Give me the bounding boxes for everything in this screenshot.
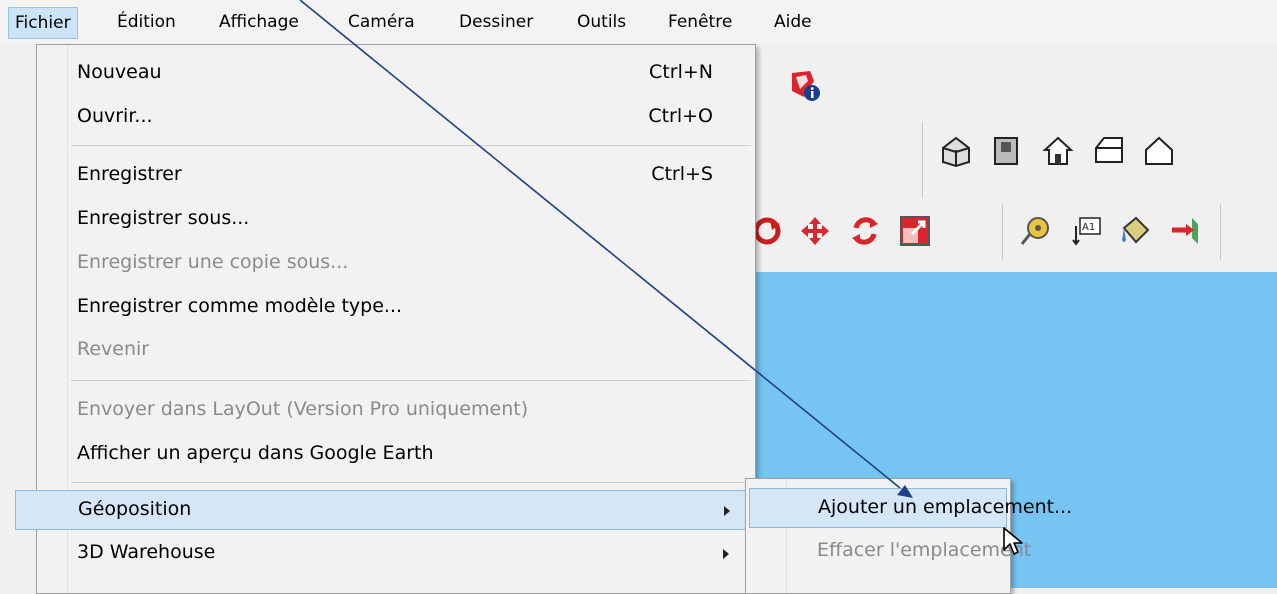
menu-item-label: Enregistrer une copie sous... [77,251,349,273]
menu-item-shortcut: Ctrl+O [648,105,713,127]
menu-item-geoposition[interactable]: Géoposition [15,490,753,530]
menu-item-label: Ajouter un emplacement... [818,496,1073,518]
menu-item-3d-warehouse[interactable]: 3D Warehouse [39,534,751,574]
menu-item-label: Enregistrer sous... [77,207,250,229]
menu-affichage[interactable]: Affichage [213,9,305,35]
menu-item-label: Envoyer dans LayOut (Version Pro uniquem… [77,398,529,420]
menu-separator [71,145,751,146]
menu-item-shortcut: Ctrl+N [649,61,713,83]
model-info-icon[interactable] [785,66,823,104]
menu-separator [71,380,751,381]
menu-item-enregistrer-modele[interactable]: Enregistrer comme modèle type... [39,288,751,328]
menu-item-shortcut: Ctrl+S [651,163,713,185]
geoposition-submenu: Ajouter un emplacement... Effacer l'empl… [745,478,1072,594]
svg-text:A1: A1 [1082,222,1095,233]
menu-outils[interactable]: Outils [571,9,632,35]
iso-view-icon[interactable] [937,132,975,170]
text-label-icon[interactable]: A1 [1066,212,1104,250]
menu-edition[interactable]: Édition [111,9,182,35]
menu-aide[interactable]: Aide [768,9,818,35]
menu-item-effacer-emplacement: Effacer l'emplacement [749,532,1031,572]
menu-item-enregistrer-sous[interactable]: Enregistrer sous... [39,200,751,240]
menu-item-label: Enregistrer [77,163,182,185]
rotate-icon[interactable] [846,212,884,250]
menu-item-label: Revenir [77,338,150,360]
section-plane-icon[interactable] [1166,212,1204,250]
menu-item-label: Afficher un aperçu dans Google Earth [77,442,434,464]
right-view-icon[interactable] [1090,132,1128,170]
menu-item-google-earth[interactable]: Afficher un aperçu dans Google Earth [39,435,751,475]
menu-fenetre[interactable]: Fenêtre [662,9,738,35]
move-icon[interactable] [796,212,834,250]
submenu-arrow-icon [724,506,730,516]
back-view-icon[interactable] [1140,132,1178,170]
menu-item-ouvrir[interactable]: Ouvrir... Ctrl+O [39,98,751,138]
menu-separator [71,482,751,483]
front-view-icon[interactable] [1039,132,1077,170]
top-view-icon[interactable] [987,132,1025,170]
mouse-cursor-icon [1003,527,1023,555]
menu-item-revenir: Revenir [39,331,751,371]
menu-dessiner[interactable]: Dessiner [453,9,539,35]
file-menu: Nouveau Ctrl+N Ouvrir... Ctrl+O Enregist… [15,44,756,594]
menu-bar: Fichier Édition Affichage Caméra Dessine… [0,0,1277,44]
menu-item-enregistrer-copie: Enregistrer une copie sous... [39,244,751,284]
menu-item-envoyer-layout: Envoyer dans LayOut (Version Pro uniquem… [39,391,751,431]
paint-bucket-icon[interactable] [1116,212,1154,250]
menu-item-label: Effacer l'emplacement [817,539,1032,561]
menu-item-enregistrer[interactable]: Enregistrer Ctrl+S [39,156,751,196]
menu-item-nouveau[interactable]: Nouveau Ctrl+N [39,54,751,94]
menu-fichier[interactable]: Fichier [8,7,78,39]
menu-camera[interactable]: Caméra [342,9,421,35]
menu-item-label: Ouvrir... [77,105,153,127]
toolbar-area: A1 [750,44,1277,272]
menu-item-ajouter-emplacement[interactable]: Ajouter un emplacement... [749,488,1072,528]
menu-item-label: Nouveau [77,61,162,83]
scale-icon[interactable] [896,212,934,250]
menu-item-label: 3D Warehouse [77,541,216,563]
tape-measure-icon[interactable] [1016,212,1054,250]
menu-item-label: Enregistrer comme modèle type... [77,295,403,317]
menu-item-label: Géoposition [78,498,192,520]
submenu-arrow-icon [723,549,729,559]
